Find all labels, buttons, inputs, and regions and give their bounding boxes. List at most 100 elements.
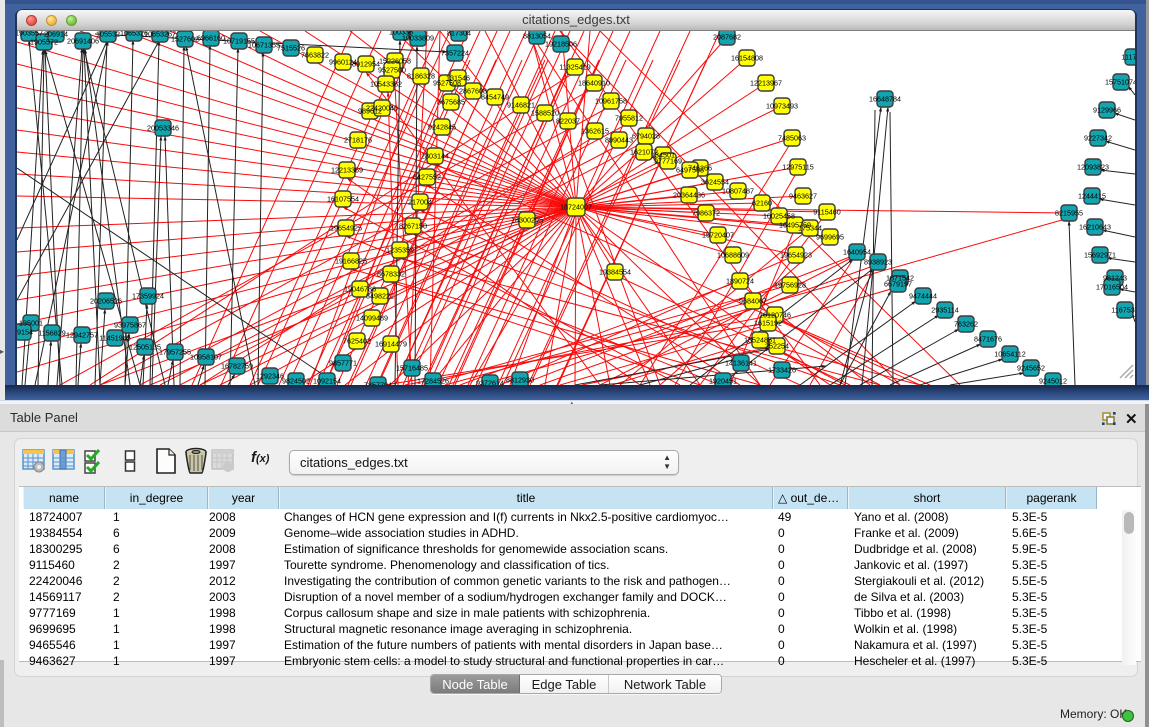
svg-text:206914: 206914: [44, 31, 68, 39]
svg-text:7857794: 7857794: [364, 381, 392, 386]
svg-text:18300295: 18300295: [511, 216, 543, 225]
svg-text:8471676: 8471676: [974, 335, 1002, 344]
svg-text:9684067: 9684067: [739, 297, 767, 306]
svg-text:16914479: 16914479: [375, 340, 407, 349]
svg-text:6966160: 6966160: [197, 34, 225, 43]
svg-text:1156829: 1156829: [38, 329, 65, 338]
svg-text:3624554: 3624554: [701, 178, 729, 187]
svg-text:1362615: 1362615: [581, 127, 609, 136]
svg-text:17016504: 17016504: [1096, 283, 1128, 292]
svg-text:8912954: 8912954: [352, 60, 380, 69]
svg-text:8427552: 8427552: [413, 173, 441, 182]
svg-text:9245012: 9245012: [1039, 377, 1067, 386]
svg-text:7625402: 7625402: [343, 337, 371, 346]
svg-text:11325419: 11325419: [559, 63, 590, 72]
svg-text:9227342: 9227342: [1084, 134, 1112, 143]
svg-text:19166825: 19166825: [335, 257, 367, 266]
svg-text:252254: 252254: [765, 342, 789, 351]
svg-text:18724007: 18724007: [560, 203, 592, 212]
svg-text:17359924: 17359924: [132, 292, 164, 301]
svg-text:8186328: 8186328: [407, 72, 435, 81]
svg-text:3498222: 3498222: [366, 292, 394, 301]
svg-text:6679197: 6679197: [884, 280, 912, 289]
svg-text:9372614: 9372614: [476, 379, 504, 386]
svg-text:9115460: 9115460: [813, 208, 840, 217]
svg-text:10961758: 10961758: [595, 97, 627, 106]
svg-text:12505135: 12505135: [129, 343, 161, 352]
svg-text:9129966: 9129966: [1093, 106, 1121, 115]
svg-text:2718176: 2718176: [344, 136, 372, 145]
svg-text:20691406: 20691406: [67, 37, 99, 46]
svg-text:8990443: 8990443: [605, 136, 633, 145]
svg-text:981243: 981243: [1103, 274, 1127, 283]
svg-text:10671355: 10671355: [248, 41, 280, 50]
svg-text:18640910: 18640910: [578, 79, 610, 88]
svg-text:19654923: 19654923: [780, 251, 812, 260]
svg-text:1244415: 1244415: [1078, 192, 1106, 201]
svg-text:1167533: 1167533: [1111, 306, 1135, 315]
svg-text:10973493: 10973493: [766, 102, 798, 111]
svg-text:16107554: 16107554: [327, 195, 359, 204]
svg-text:10688609: 10688609: [717, 251, 749, 260]
svg-text:9463627: 9463627: [789, 192, 817, 201]
svg-text:2935114: 2935114: [931, 306, 958, 315]
svg-text:1527602: 1527602: [171, 35, 199, 44]
svg-text:763262: 763262: [954, 320, 978, 329]
svg-text:14136141: 14136141: [725, 359, 757, 368]
svg-text:7485063: 7485063: [778, 134, 806, 143]
svg-text:39154: 39154: [17, 328, 33, 337]
svg-text:19756928: 19756928: [774, 281, 806, 290]
svg-text:16782759: 16782759: [221, 362, 253, 371]
svg-text:15226058: 15226058: [379, 57, 411, 66]
svg-text:111741: 111741: [1122, 53, 1135, 62]
svg-text:19654925: 19654925: [330, 224, 362, 233]
svg-text:1905572: 1905572: [30, 38, 58, 47]
svg-text:9857771: 9857771: [329, 359, 357, 368]
svg-text:9527500: 9527500: [378, 66, 406, 75]
svg-text:8678332: 8678332: [377, 270, 405, 279]
svg-text:7986372: 7986372: [692, 209, 720, 218]
svg-text:1615192: 1615192: [754, 319, 782, 328]
svg-text:1733426: 1733426: [768, 366, 796, 375]
svg-text:22420046: 22420046: [366, 104, 398, 113]
svg-text:12942757: 12942757: [66, 331, 98, 340]
svg-text:2087682: 2087682: [713, 33, 741, 42]
svg-text:1092154: 1092154: [313, 377, 341, 386]
svg-text:15751074: 15751074: [1105, 78, 1135, 87]
svg-text:10025458: 10025458: [763, 212, 795, 221]
svg-text:17957255: 17957255: [159, 348, 191, 357]
svg-text:93975867: 93975867: [114, 321, 146, 330]
svg-text:6794028: 6794028: [632, 132, 660, 141]
svg-text:822037: 822037: [556, 117, 580, 126]
svg-text:16154808: 16154808: [731, 54, 763, 63]
svg-text:12975115: 12975115: [782, 163, 813, 172]
svg-text:15692971: 15692971: [1084, 251, 1116, 260]
svg-text:10543382: 10543382: [370, 80, 402, 89]
svg-text:8454749: 8454749: [481, 93, 509, 102]
svg-text:19218506: 19218506: [545, 40, 577, 49]
svg-text:12213369: 12213369: [331, 166, 363, 175]
svg-text:10033809: 10033809: [402, 34, 434, 43]
svg-text:8215955: 8215955: [1055, 209, 1083, 218]
svg-text:8938923: 8938923: [864, 258, 892, 267]
svg-text:11451945: 11451945: [99, 334, 130, 343]
svg-text:217004: 217004: [408, 198, 432, 207]
svg-text:15716485: 15716485: [396, 364, 428, 373]
svg-text:131546: 131546: [446, 74, 470, 83]
svg-text:1890724: 1890724: [726, 277, 754, 286]
svg-text:9824502: 9824502: [282, 377, 310, 386]
svg-text:12093823: 12093823: [1077, 163, 1109, 172]
svg-text:1235359: 1235359: [386, 246, 414, 255]
svg-text:14099489: 14099489: [356, 314, 388, 323]
svg-text:10654112: 10654112: [994, 350, 1025, 359]
svg-text:15720407: 15720407: [702, 231, 734, 240]
svg-text:8267150: 8267150: [399, 222, 427, 231]
svg-text:6497568: 6497568: [676, 166, 704, 175]
svg-text:16210643: 16210643: [1079, 223, 1111, 232]
svg-text:9699695: 9699695: [816, 233, 844, 242]
svg-text:1640954: 1640954: [843, 248, 871, 257]
svg-text:175344: 175344: [798, 224, 822, 233]
svg-text:7663822: 7663822: [301, 51, 329, 60]
svg-text:817304: 817304: [447, 31, 471, 38]
svg-text:2803144: 2803144: [421, 152, 449, 161]
